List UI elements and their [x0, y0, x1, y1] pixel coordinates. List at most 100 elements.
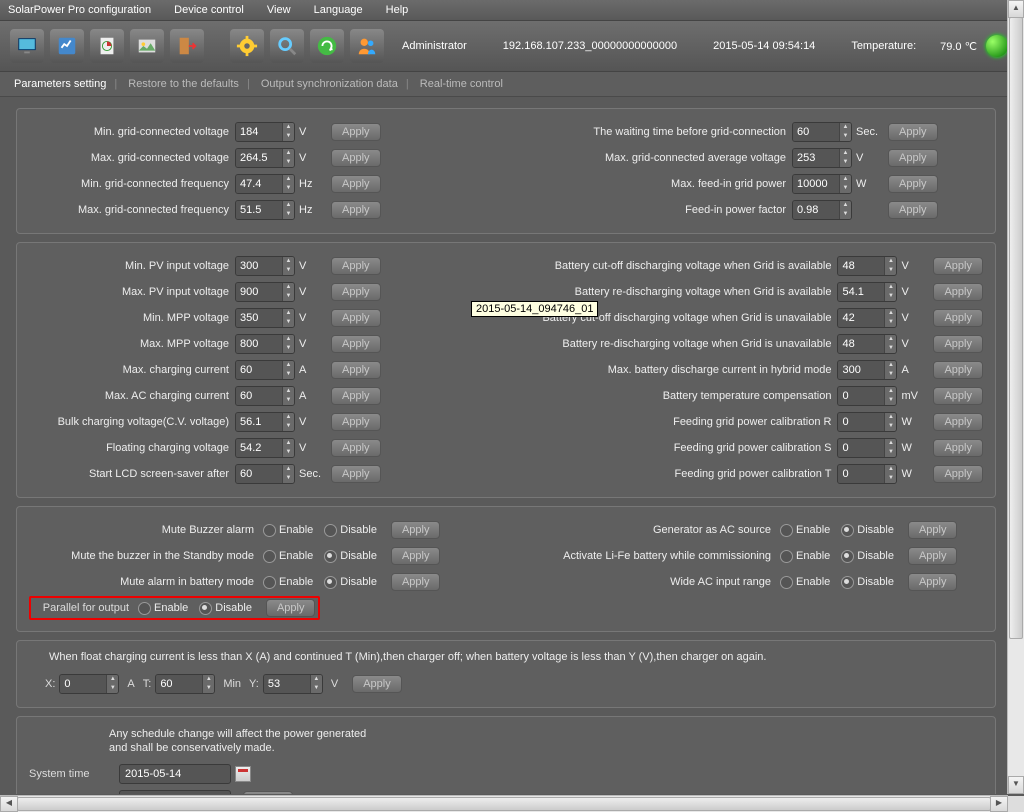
param-input[interactable]: ▲▼: [235, 360, 295, 380]
tab-realtime[interactable]: Real-time control: [420, 78, 503, 90]
param-input[interactable]: ▲▼: [235, 308, 295, 328]
spin-up-icon[interactable]: ▲: [282, 309, 294, 318]
spin-down-icon[interactable]: ▼: [282, 266, 294, 275]
image-icon[interactable]: [130, 29, 164, 63]
apply-button[interactable]: Apply: [331, 309, 381, 327]
apply-button[interactable]: Apply: [331, 123, 381, 141]
param-input[interactable]: ▲▼: [837, 282, 897, 302]
tab-sync[interactable]: Output synchronization data: [261, 78, 398, 90]
apply-button[interactable]: Apply: [331, 439, 381, 457]
param-input[interactable]: ▲▼: [837, 464, 897, 484]
apply-button[interactable]: Apply: [933, 465, 983, 483]
calendar-icon[interactable]: [235, 766, 251, 782]
radio-enable[interactable]: [263, 576, 276, 589]
apply-button[interactable]: Apply: [933, 335, 983, 353]
apply-button[interactable]: Apply: [908, 547, 958, 565]
apply-button[interactable]: Apply: [933, 361, 983, 379]
t-input[interactable]: ▲▼: [155, 674, 215, 694]
spin-up-icon[interactable]: ▲: [282, 439, 294, 448]
param-input[interactable]: ▲▼: [235, 386, 295, 406]
spin-up-icon[interactable]: ▲: [282, 361, 294, 370]
time-input[interactable]: [119, 790, 231, 794]
scroll-down-icon[interactable]: ▼: [1008, 776, 1024, 794]
apply-button[interactable]: Apply: [391, 573, 441, 591]
users-icon[interactable]: [350, 29, 384, 63]
date-input[interactable]: [119, 764, 231, 784]
spin-down-icon[interactable]: ▼: [884, 370, 896, 379]
menu-config[interactable]: SolarPower Pro configuration: [8, 4, 151, 16]
param-input[interactable]: ▲▼: [235, 334, 295, 354]
spin-down-icon[interactable]: ▼: [282, 474, 294, 483]
apply-button[interactable]: Apply: [888, 201, 938, 219]
apply-button[interactable]: Apply: [933, 309, 983, 327]
spin-down-icon[interactable]: ▼: [282, 448, 294, 457]
apply-button[interactable]: Apply: [243, 791, 293, 794]
spin-up-icon[interactable]: ▲: [884, 257, 896, 266]
spin-up-icon[interactable]: ▲: [884, 283, 896, 292]
apply-button[interactable]: Apply: [331, 413, 381, 431]
radio-disable[interactable]: [841, 550, 854, 563]
radio-enable[interactable]: [780, 524, 793, 537]
spin-down-icon[interactable]: ▼: [282, 370, 294, 379]
scroll-left-icon[interactable]: ◀: [0, 796, 18, 812]
param-input[interactable]: ▲▼: [235, 282, 295, 302]
param-input[interactable]: ▲▼: [837, 386, 897, 406]
spin-up-icon[interactable]: ▲: [282, 413, 294, 422]
radio-enable[interactable]: [780, 550, 793, 563]
spin-up-icon[interactable]: ▲: [884, 439, 896, 448]
spin-up-icon[interactable]: ▲: [839, 123, 851, 132]
apply-button[interactable]: Apply: [331, 335, 381, 353]
chart-icon[interactable]: [50, 29, 84, 63]
radio-disable[interactable]: [324, 524, 337, 537]
radio-disable[interactable]: [841, 576, 854, 589]
spin-down-icon[interactable]: ▼: [884, 474, 896, 483]
y-input[interactable]: ▲▼: [263, 674, 323, 694]
vertical-scrollbar[interactable]: ▲ ▼: [1007, 0, 1024, 794]
spin-down-icon[interactable]: ▼: [282, 318, 294, 327]
gear-icon[interactable]: [230, 29, 264, 63]
param-input[interactable]: ▲▼: [837, 360, 897, 380]
spin-up-icon[interactable]: ▲: [884, 413, 896, 422]
radio-enable[interactable]: [138, 602, 151, 615]
search-icon[interactable]: [270, 29, 304, 63]
spin-up-icon[interactable]: ▲: [884, 465, 896, 474]
radio-disable[interactable]: [199, 602, 212, 615]
apply-button[interactable]: Apply: [331, 149, 381, 167]
spin-down-icon[interactable]: ▼: [884, 292, 896, 301]
spin-down-icon[interactable]: ▼: [282, 396, 294, 405]
radio-disable[interactable]: [324, 576, 337, 589]
x-input[interactable]: ▲▼: [59, 674, 119, 694]
scroll-right-icon[interactable]: ▶: [990, 796, 1008, 812]
apply-button[interactable]: Apply: [266, 599, 316, 617]
apply-button[interactable]: Apply: [331, 283, 381, 301]
spin-down-icon[interactable]: ▼: [839, 210, 851, 219]
apply-button[interactable]: Apply: [908, 573, 958, 591]
apply-button[interactable]: Apply: [933, 387, 983, 405]
spin-down-icon[interactable]: ▼: [282, 344, 294, 353]
param-input[interactable]: ▲▼: [837, 412, 897, 432]
param-input[interactable]: ▲▼: [792, 174, 852, 194]
spin-up-icon[interactable]: ▲: [282, 257, 294, 266]
param-input[interactable]: ▲▼: [235, 412, 295, 432]
spin-down-icon[interactable]: ▼: [884, 344, 896, 353]
horizontal-scrollbar[interactable]: ◀ ▶: [0, 795, 1008, 812]
spin-down-icon[interactable]: ▼: [884, 396, 896, 405]
param-input[interactable]: ▲▼: [235, 256, 295, 276]
apply-button[interactable]: Apply: [933, 413, 983, 431]
apply-button[interactable]: Apply: [888, 149, 938, 167]
spin-down-icon[interactable]: ▼: [839, 184, 851, 193]
spin-up-icon[interactable]: ▲: [884, 309, 896, 318]
param-input[interactable]: ▲▼: [235, 174, 295, 194]
apply-button[interactable]: Apply: [933, 257, 983, 275]
spin-up-icon[interactable]: ▲: [282, 149, 294, 158]
apply-button[interactable]: Apply: [331, 201, 381, 219]
spin-up-icon[interactable]: ▲: [282, 201, 294, 210]
spin-down-icon[interactable]: ▼: [884, 422, 896, 431]
param-input[interactable]: ▲▼: [792, 148, 852, 168]
radio-enable[interactable]: [263, 524, 276, 537]
apply-button[interactable]: Apply: [933, 283, 983, 301]
radio-disable[interactable]: [841, 524, 854, 537]
apply-button[interactable]: Apply: [888, 175, 938, 193]
spin-up-icon[interactable]: ▲: [282, 387, 294, 396]
spin-down-icon[interactable]: ▼: [839, 158, 851, 167]
